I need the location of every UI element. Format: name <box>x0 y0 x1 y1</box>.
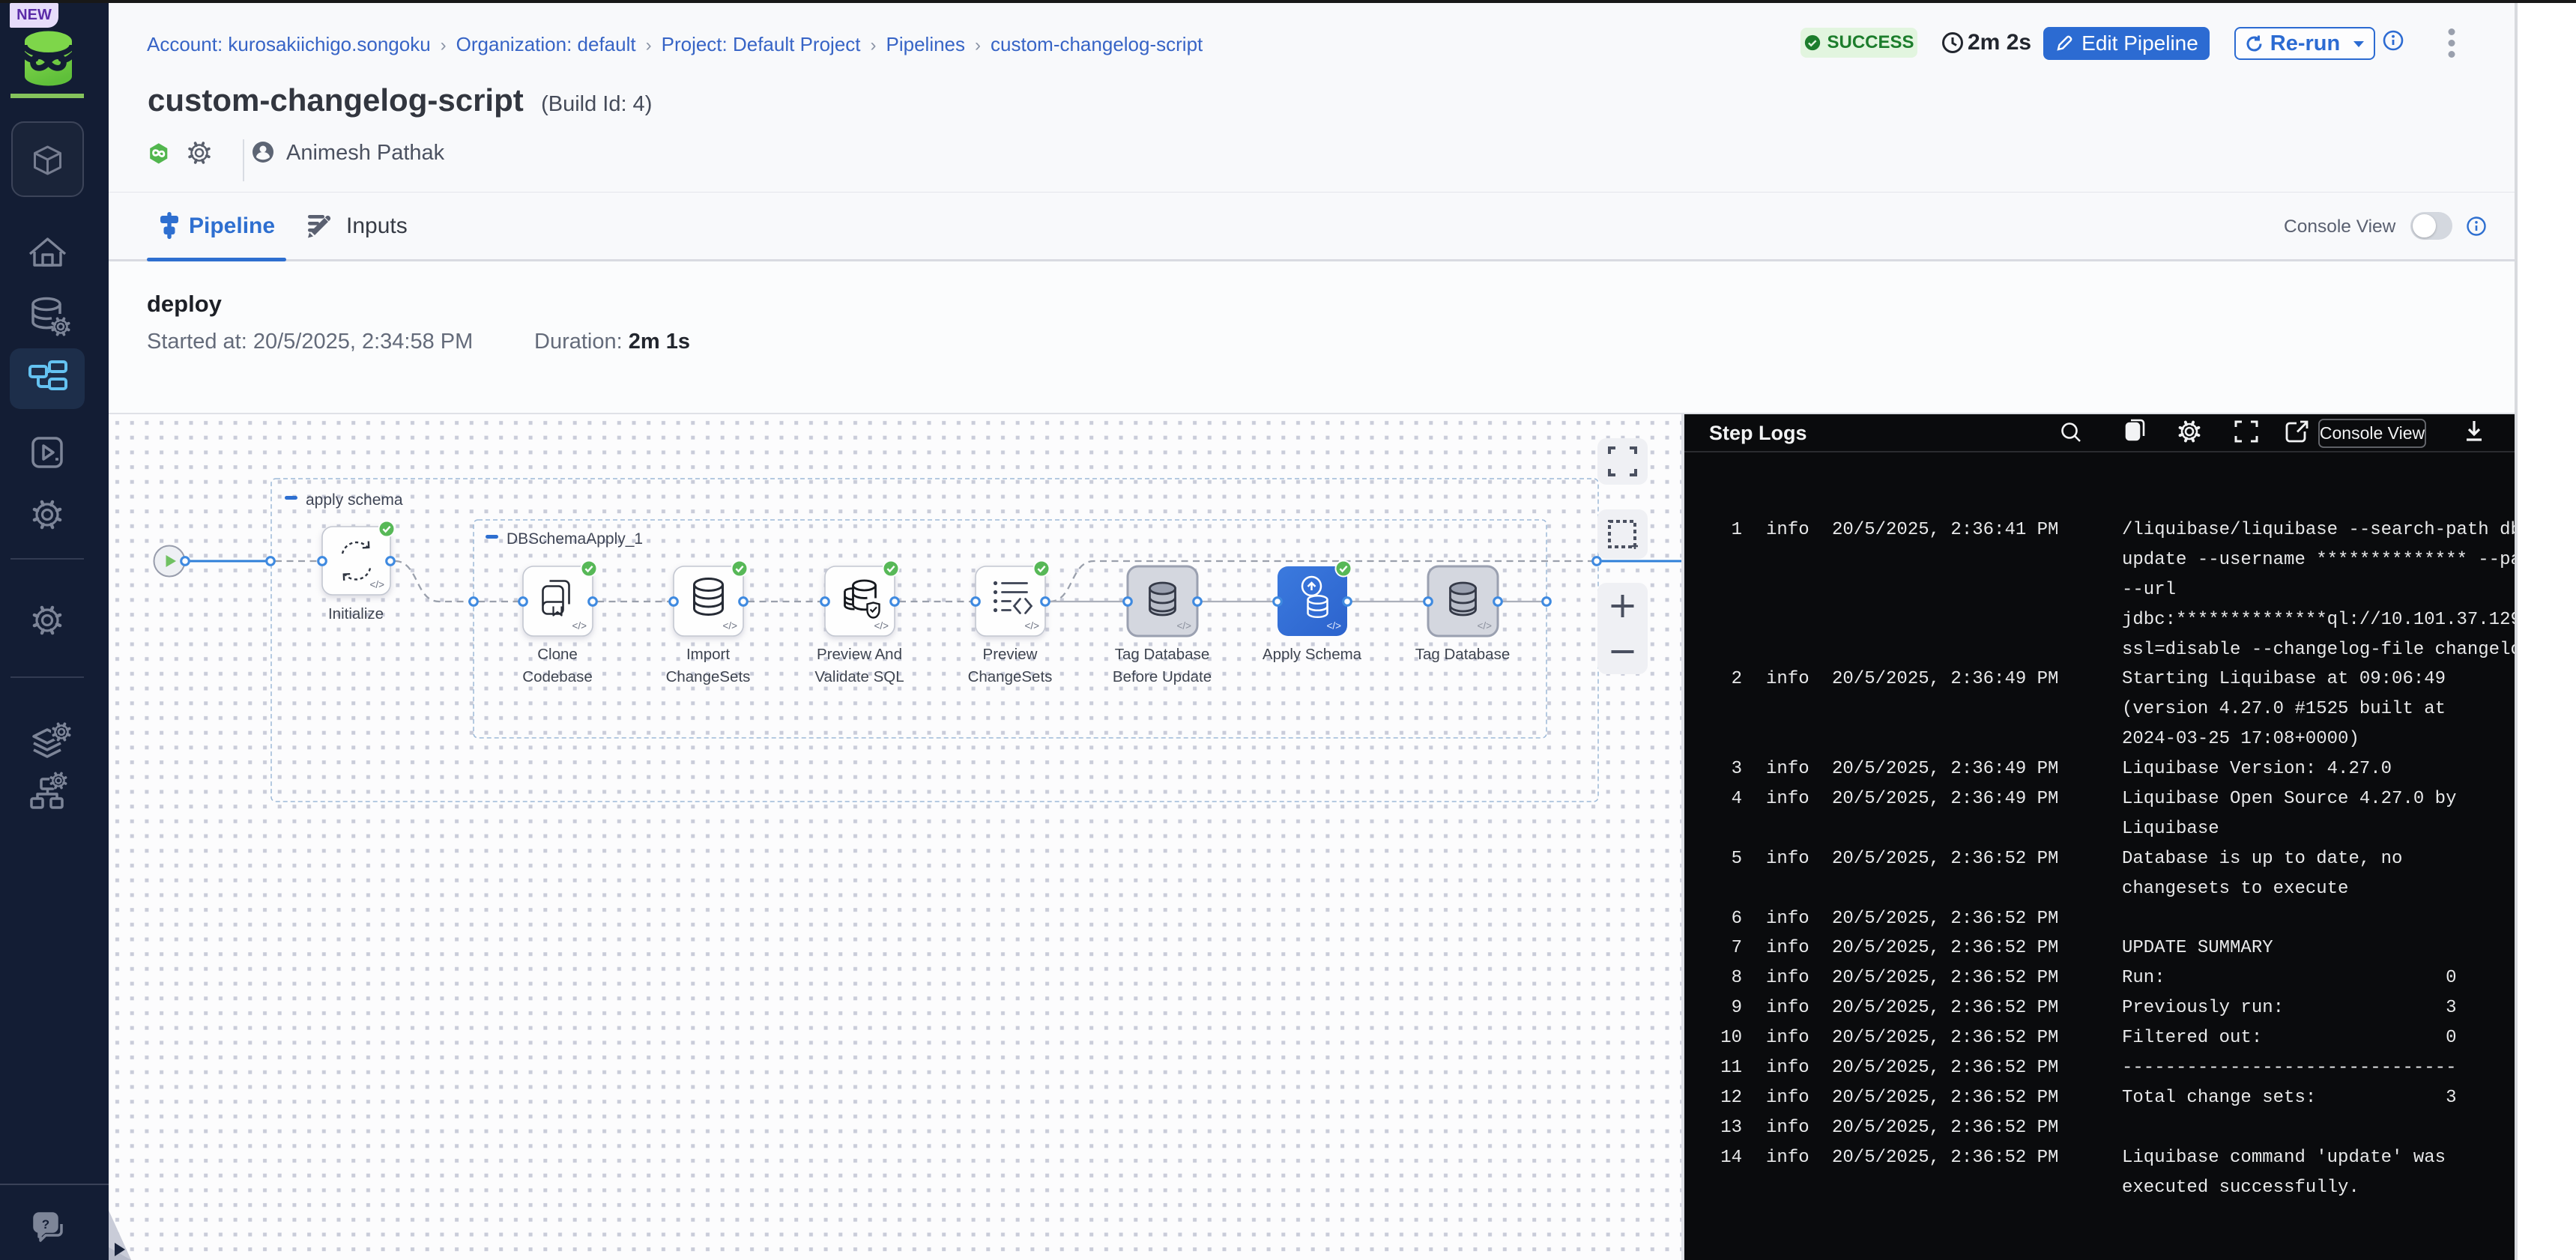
svg-text:</>: </> <box>1176 620 1191 631</box>
svg-text:Before Update: Before Update <box>1113 668 1212 685</box>
svg-text:</>: </> <box>722 620 737 631</box>
svg-text:Codebase: Codebase <box>522 668 592 685</box>
svg-text:ChangeSets: ChangeSets <box>666 668 751 685</box>
svg-text:</>: </> <box>1326 620 1341 631</box>
svg-text:ChangeSets: ChangeSets <box>968 668 1053 685</box>
svg-text:</>: </> <box>874 620 889 631</box>
svg-text:</>: </> <box>572 620 587 631</box>
svg-text:Preview: Preview <box>983 646 1038 663</box>
svg-text:Clone: Clone <box>537 646 578 663</box>
svg-text:?: ? <box>42 1217 49 1232</box>
svg-text:DBSchemaApply_1: DBSchemaApply_1 <box>507 530 643 548</box>
svg-text:Tag Database: Tag Database <box>1115 646 1210 663</box>
svg-text:Console View: Console View <box>2320 423 2425 443</box>
svg-text:</>: </> <box>1024 620 1039 631</box>
svg-text:</>: </> <box>369 579 384 590</box>
svg-text:apply schema: apply schema <box>306 491 403 509</box>
svg-text:Preview And: Preview And <box>817 646 902 663</box>
svg-text:Apply Schema: Apply Schema <box>1263 646 1362 663</box>
svg-text:Tag Database: Tag Database <box>1415 646 1511 663</box>
svg-text:Validate SQL: Validate SQL <box>814 668 904 685</box>
svg-text:Import: Import <box>686 646 730 663</box>
svg-text:Animesh Pathak: Animesh Pathak <box>286 141 445 165</box>
svg-text:</>: </> <box>1477 620 1492 631</box>
svg-text:Initialize: Initialize <box>328 605 384 623</box>
